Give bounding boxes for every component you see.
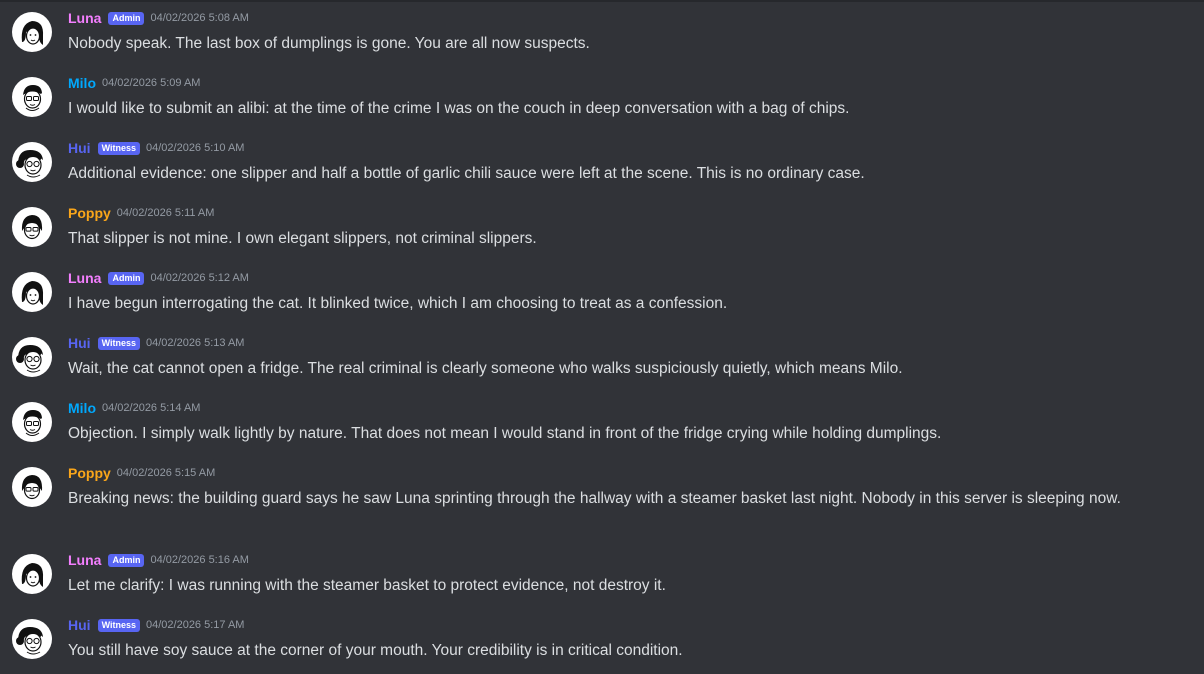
message-text: That slipper is not mine. I own elegant …	[68, 230, 537, 247]
message-text: You still have soy sauce at the corner o…	[68, 642, 683, 659]
message-text: Wait, the cat cannot open a fridge. The …	[68, 360, 903, 377]
avatar-milo[interactable]	[12, 402, 52, 442]
author-name[interactable]: Hui	[68, 617, 91, 633]
hui-avatar-icon	[16, 345, 43, 373]
author-name[interactable]: Hui	[68, 335, 91, 351]
message-item: Luna Admin 04/02/2026 5:16 AM Let me cla…	[0, 544, 1204, 609]
author-name[interactable]: Poppy	[68, 205, 111, 221]
message-text: Additional evidence: one slipper and hal…	[68, 165, 865, 182]
avatar-luna[interactable]	[12, 12, 52, 52]
timestamp: 04/02/2026 5:16 AM	[150, 554, 249, 566]
message-text: Breaking news: the building guard says h…	[68, 490, 1121, 507]
avatar-poppy[interactable]	[12, 207, 52, 247]
luna-avatar-icon	[21, 563, 44, 587]
message-text: I have begun interrogating the cat. It b…	[68, 295, 728, 312]
message-item: Luna Admin 04/02/2026 5:12 AM I have beg…	[0, 262, 1204, 327]
message-item: Hui Witness 04/02/2026 5:13 AM Wait, the…	[0, 327, 1204, 392]
role-badge: Witness	[97, 141, 140, 155]
avatar-milo[interactable]	[12, 77, 52, 117]
message-item: Poppy 04/02/2026 5:11 AM That slipper is…	[0, 197, 1204, 262]
avatar-poppy[interactable]	[12, 467, 52, 507]
role-badge: Admin	[108, 271, 145, 285]
message-item: Luna Admin 04/02/2026 5:08 AM Nobody spe…	[0, 2, 1204, 67]
timestamp: 04/02/2026 5:15 AM	[116, 467, 216, 479]
timestamp: 04/02/2026 5:12 AM	[150, 272, 249, 284]
message-item: Hui Witness 04/02/2026 5:17 AM You still…	[0, 609, 1204, 674]
avatar-hui[interactable]	[12, 619, 52, 659]
avatar-hui[interactable]	[12, 142, 52, 182]
milo-avatar-icon	[23, 85, 42, 111]
message-list[interactable]: Luna Admin 04/02/2026 5:08 AM Nobody spe…	[0, 2, 1204, 674]
luna-avatar-icon	[21, 21, 44, 45]
message-item: Hui Witness 04/02/2026 5:10 AM Additiona…	[0, 132, 1204, 197]
author-name[interactable]: Luna	[68, 552, 101, 568]
timestamp: 04/02/2026 5:17 AM	[146, 619, 245, 631]
message-item: Poppy 04/02/2026 5:15 AM Breaking news: …	[0, 457, 1204, 544]
milo-avatar-icon	[23, 410, 42, 436]
timestamp: 04/02/2026 5:08 AM	[150, 12, 249, 24]
role-badge: Admin	[108, 553, 145, 567]
message-text: I would like to submit an alibi: at the …	[68, 100, 850, 117]
message-text: Let me clarify: I was running with the s…	[68, 577, 666, 594]
poppy-avatar-icon	[21, 475, 43, 500]
timestamp: 04/02/2026 5:09 AM	[102, 77, 201, 89]
avatar-luna[interactable]	[12, 272, 52, 312]
message-item: Milo 04/02/2026 5:09 AM I would like to …	[0, 67, 1204, 132]
author-name[interactable]: Poppy	[68, 465, 111, 481]
timestamp: 04/02/2026 5:10 AM	[146, 142, 245, 154]
luna-avatar-icon	[21, 281, 44, 305]
poppy-avatar-icon	[21, 215, 43, 240]
avatar-hui[interactable]	[12, 337, 52, 377]
message-text: Nobody speak. The last box of dumplings …	[68, 35, 590, 52]
author-name[interactable]: Luna	[68, 10, 101, 26]
timestamp: 04/02/2026 5:11 AM	[116, 207, 215, 219]
author-name[interactable]: Hui	[68, 140, 91, 156]
timestamp: 04/02/2026 5:14 AM	[102, 402, 201, 414]
message-text: Objection. I simply walk lightly by natu…	[68, 425, 942, 442]
role-badge: Witness	[97, 336, 140, 350]
author-name[interactable]: Milo	[68, 75, 96, 91]
hui-avatar-icon	[16, 627, 43, 655]
avatar-luna[interactable]	[12, 554, 52, 594]
role-badge: Admin	[108, 11, 145, 25]
timestamp: 04/02/2026 5:13 AM	[146, 337, 245, 349]
role-badge: Witness	[97, 618, 140, 632]
message-item: Milo 04/02/2026 5:14 AM Objection. I sim…	[0, 392, 1204, 457]
author-name[interactable]: Luna	[68, 270, 101, 286]
hui-avatar-icon	[16, 150, 43, 178]
author-name[interactable]: Milo	[68, 400, 96, 416]
